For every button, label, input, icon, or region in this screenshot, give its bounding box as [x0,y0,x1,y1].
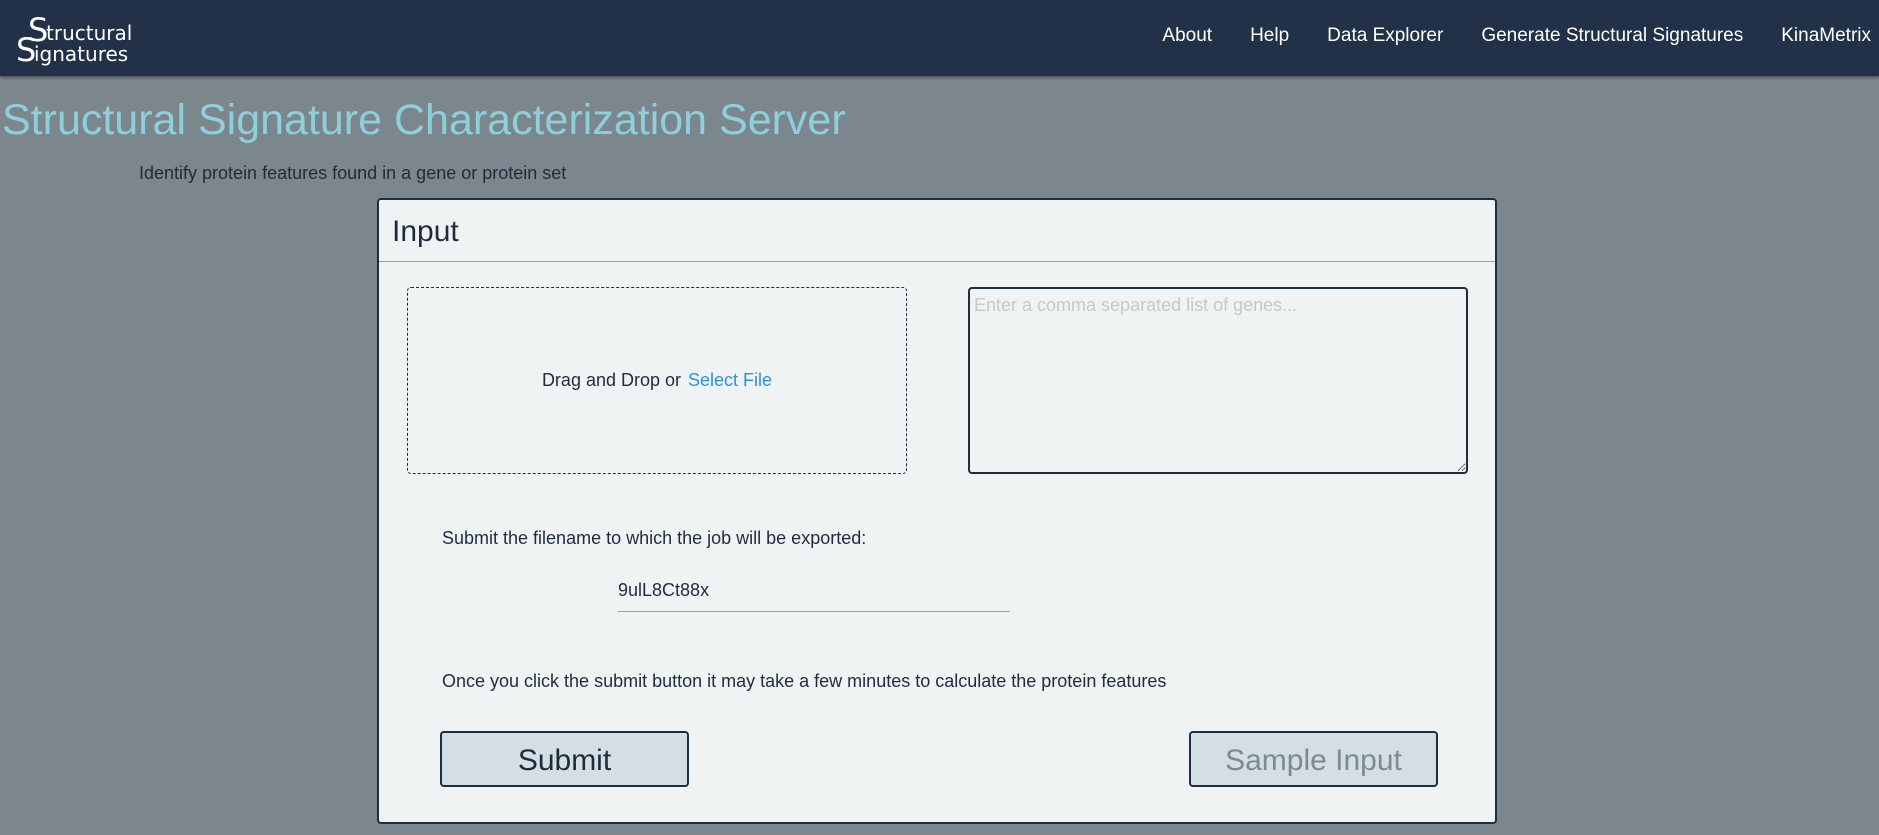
file-dropzone[interactable]: Drag and Drop or Select File [407,287,907,474]
page-title: Structural Signature Characterization Se… [2,96,846,144]
navbar: S tructural S ignatures About Help Data … [0,0,1879,76]
input-card-title: Input [392,215,459,248]
input-card-header: Input [379,200,1495,262]
gene-list-textarea[interactable] [968,287,1468,474]
sample-input-button[interactable]: Sample Input [1189,731,1438,787]
filename-input[interactable] [618,570,1010,612]
nav-generate-structural-signatures[interactable]: Generate Structural Signatures [1481,25,1743,47]
submit-info-text: Once you click the submit button it may … [442,671,1167,691]
logo-text-ignatures: ignatures [34,42,129,66]
nav-menu: About Help Data Explorer Generate Struct… [1124,0,1871,72]
input-card: Input Drag and Drop or Select File Submi… [377,198,1497,824]
select-file-link[interactable]: Select File [688,370,772,391]
logo-text-tructural: tructural [46,21,133,45]
page-subtitle: Identify protein features found in a gen… [139,163,567,183]
nav-help[interactable]: Help [1250,25,1289,47]
filename-label: Submit the filename to which the job wil… [442,528,867,548]
dropzone-text: Drag and Drop or [541,370,682,390]
site-logo[interactable]: S tructural S ignatures [16,14,136,66]
submit-button[interactable]: Submit [440,731,689,787]
nav-about[interactable]: About [1162,25,1212,47]
nav-kinametrix[interactable]: KinaMetrix [1781,25,1871,47]
nav-data-explorer[interactable]: Data Explorer [1327,25,1443,47]
